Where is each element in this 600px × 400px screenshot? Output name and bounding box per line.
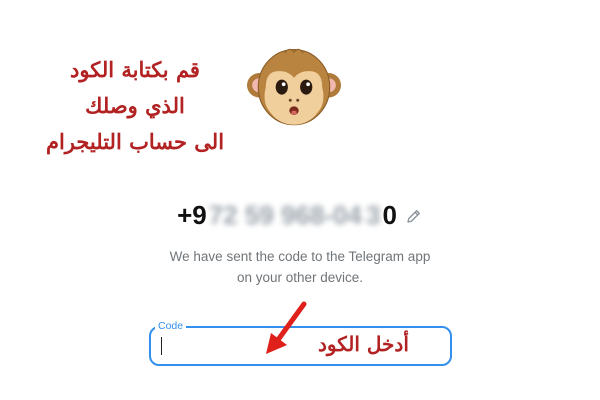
red-arrow-icon <box>266 301 307 354</box>
message-line: on your other device. <box>236 270 364 285</box>
text-caret <box>161 337 162 355</box>
monkey-icon <box>247 48 341 126</box>
code-sent-message: We have sent the code to the Telegram ap… <box>0 246 600 288</box>
annotation-line: قم بكتابة الكود <box>70 57 200 82</box>
phone-number: +9 72 59 968-04 3 0 <box>177 200 397 231</box>
phone-suffix: 0 <box>382 200 397 230</box>
annotation-line: الذي وصلك <box>85 93 185 118</box>
phone-hidden-digits: 72 59 968-04 <box>208 200 362 230</box>
phone-prefix: +9 <box>177 200 207 230</box>
message-line: We have sent the code to the Telegram ap… <box>169 249 431 264</box>
pencil-icon[interactable] <box>405 207 423 225</box>
phone-row: +9 72 59 968-04 3 0 <box>0 200 600 231</box>
phone-hidden-digit: 3 <box>365 200 381 230</box>
annotation-instructions: قم بكتابة الكود الذي وصلك الى حساب التلي… <box>40 52 230 160</box>
code-field-label: Code <box>155 319 187 333</box>
annotation-enter-code: أدخل الكود <box>318 332 409 356</box>
annotation-line: الى حساب التليجرام <box>45 129 225 154</box>
